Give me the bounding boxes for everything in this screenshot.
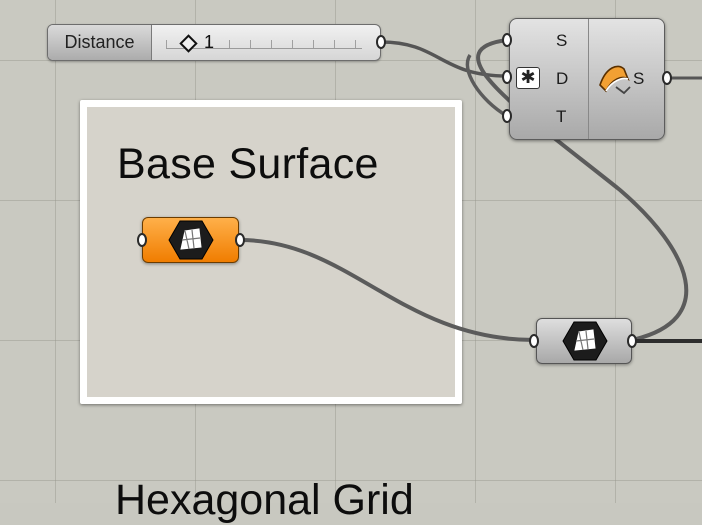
wire-surface-to-param <box>239 238 536 342</box>
offset-input-port-t[interactable] <box>502 109 512 123</box>
group-title-hexagonal-grid: Hexagonal Grid <box>115 476 414 524</box>
wire-offset-t <box>465 54 508 118</box>
slider-output-port[interactable] <box>376 35 386 49</box>
slider-value: 1 <box>204 32 215 52</box>
surface-param-base[interactable] <box>142 217 239 263</box>
output-label-s: S <box>633 69 645 88</box>
grasshopper-canvas[interactable]: Base Surface Distance 1 S ✱ D T S Hexago… <box>0 0 702 524</box>
input-label-t: T <box>556 107 567 126</box>
offset-input-port-d[interactable] <box>502 70 512 84</box>
surface-param-input-port[interactable] <box>137 233 147 247</box>
input-label-d: D <box>556 69 569 88</box>
surface-param-secondary[interactable] <box>536 318 632 364</box>
input-label-s: S <box>556 31 568 50</box>
asterisk-icon[interactable]: ✱ <box>516 67 540 89</box>
offset-surface-icon <box>599 65 631 95</box>
offset-surface-component[interactable]: S ✱ D T S <box>509 18 665 140</box>
offset-output-port-s[interactable] <box>662 71 672 85</box>
surface-param-icon <box>562 321 608 361</box>
offset-input-port-s[interactable] <box>502 33 512 47</box>
slider-label: Distance <box>48 25 152 60</box>
param-output-port[interactable] <box>627 334 637 348</box>
wire-slider-to-offset <box>380 40 508 78</box>
surface-param-output-port[interactable] <box>235 233 245 247</box>
surface-param-icon <box>168 220 214 260</box>
distance-slider[interactable]: Distance 1 <box>47 24 381 61</box>
param-input-port[interactable] <box>529 334 539 348</box>
